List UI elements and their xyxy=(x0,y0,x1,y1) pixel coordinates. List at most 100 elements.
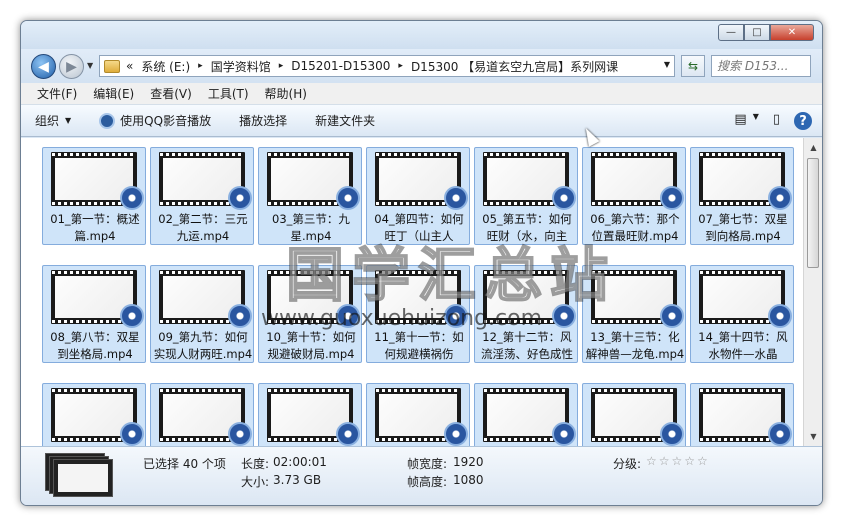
file-item[interactable] xyxy=(366,383,470,446)
file-item[interactable]: 07_第七节：双星到向格局.mp4 xyxy=(690,147,794,245)
breadcrumb-separator-icon[interactable]: ▸ xyxy=(398,61,403,71)
file-item[interactable]: 14_第十四节：风水物件—水晶球.mp4 xyxy=(690,265,794,363)
menu-help[interactable]: 帮助(H) xyxy=(265,85,307,102)
details-pane: 已选择 40 个项 长度: 02:00:01 大小: 3.73 GB 帧宽度: … xyxy=(21,446,822,505)
file-item[interactable] xyxy=(474,383,578,446)
breadcrumb-folder[interactable]: 国学资料馆 xyxy=(211,58,271,75)
history-dropdown-icon[interactable]: ▼ xyxy=(87,61,93,70)
qq-player-icon xyxy=(552,422,576,446)
file-item[interactable]: 04_第四节：如何旺丁（山主人丁）.mp4 xyxy=(366,147,470,245)
selection-thumbnail xyxy=(45,453,115,499)
qq-player-icon xyxy=(228,304,252,328)
scroll-thumb[interactable] xyxy=(807,158,819,268)
file-name: 08_第八节：双星到坐格局.mp4 xyxy=(50,330,140,361)
scroll-up-icon[interactable]: ▲ xyxy=(806,140,821,155)
file-name: 14_第十四节：风水物件—水晶球.mp4 xyxy=(698,330,788,361)
menu-view[interactable]: 查看(V) xyxy=(150,85,192,102)
close-button[interactable]: ✕ xyxy=(770,24,814,41)
qq-player-icon xyxy=(768,422,792,446)
file-item[interactable]: 03_第三节：九星.mp4 xyxy=(258,147,362,245)
new-folder-button[interactable]: 新建文件夹 xyxy=(315,112,375,129)
menu-tools[interactable]: 工具(T) xyxy=(208,85,249,102)
search-input[interactable]: 搜索 D153... xyxy=(711,55,811,77)
file-name: 10_第十节：如何规避破财局.mp4 xyxy=(266,330,356,361)
file-item[interactable]: 12_第十二节：风流淫荡、好色成性如何破局.mp4 xyxy=(474,265,578,363)
qq-player-icon xyxy=(444,186,468,210)
folder-icon xyxy=(104,59,120,73)
arrow-left-icon: ◀ xyxy=(38,58,49,75)
qq-player-icon xyxy=(120,422,144,446)
file-item[interactable]: 11_第十一节：如何规避横祸伤人.mp4 xyxy=(366,265,470,363)
qq-player-icon xyxy=(228,422,252,446)
file-item[interactable]: 01_第一节：概述篇.mp4 xyxy=(42,147,146,245)
length-label: 长度: xyxy=(241,457,270,471)
play-with-qq-button[interactable]: 使用QQ影音播放 xyxy=(99,112,211,129)
file-name: 09_第九节：如何实现人财两旺.mp4 xyxy=(153,330,253,361)
length-value: 02:00:01 xyxy=(273,455,327,469)
preview-pane-icon[interactable]: ▯ xyxy=(773,112,780,130)
qq-player-icon xyxy=(552,304,576,328)
help-icon[interactable]: ? xyxy=(794,112,812,130)
qq-player-icon xyxy=(444,304,468,328)
qq-player-icon xyxy=(660,304,684,328)
file-item[interactable] xyxy=(42,383,146,446)
file-item[interactable]: 06_第六节：那个位置最旺财.mp4 xyxy=(582,147,686,245)
vertical-scrollbar[interactable]: ▲ ▼ xyxy=(803,138,822,446)
file-item[interactable] xyxy=(582,383,686,446)
qq-player-icon xyxy=(336,186,360,210)
qq-player-icon xyxy=(660,422,684,446)
rating-stars[interactable]: ☆☆☆☆☆ xyxy=(646,454,710,468)
file-item[interactable]: 02_第二节：三元九运.mp4 xyxy=(150,147,254,245)
file-name: 04_第四节：如何旺丁（山主人丁）.mp4 xyxy=(374,212,464,243)
refresh-button[interactable]: ⇆ xyxy=(681,55,705,77)
file-name: 02_第二节：三元九运.mp4 xyxy=(158,212,248,243)
address-overflow[interactable]: « xyxy=(126,59,133,73)
file-item[interactable] xyxy=(258,383,362,446)
file-item[interactable]: 13_第十三节：化解神兽—龙龟.mp4 xyxy=(582,265,686,363)
frame-height-label: 帧高度: xyxy=(407,475,448,489)
breadcrumb-current[interactable]: D15300 【易道玄空九宫局】系列网课 xyxy=(411,58,618,75)
file-item[interactable]: 08_第八节：双星到坐格局.mp4 xyxy=(42,265,146,363)
qq-player-icon xyxy=(768,304,792,328)
view-options-icon[interactable]: ▤ xyxy=(734,112,746,130)
file-item[interactable] xyxy=(150,383,254,446)
maximize-button[interactable]: □ xyxy=(744,24,770,41)
breadcrumb-drive[interactable]: 系统 (E:) xyxy=(141,58,190,75)
frame-width-value: 1920 xyxy=(453,455,484,469)
view-dropdown-icon[interactable]: ▼ xyxy=(753,112,759,130)
frame-height-value: 1080 xyxy=(453,473,484,487)
breadcrumb-separator-icon[interactable]: ▸ xyxy=(198,61,203,71)
arrow-right-icon: ▶ xyxy=(66,58,77,75)
menu-bar: 文件(F) 编辑(E) 查看(V) 工具(T) 帮助(H) xyxy=(21,83,822,105)
organize-label: 组织 xyxy=(35,114,60,128)
minimize-button[interactable]: — xyxy=(718,24,744,41)
scroll-down-icon[interactable]: ▼ xyxy=(806,429,821,444)
file-item[interactable] xyxy=(690,383,794,446)
address-dropdown-icon[interactable]: ▼ xyxy=(664,60,670,69)
qq-player-icon xyxy=(552,186,576,210)
menu-file[interactable]: 文件(F) xyxy=(37,85,77,102)
file-name: 12_第十二节：风流淫荡、好色成性如何破局.mp4 xyxy=(481,330,573,361)
file-item[interactable]: 09_第九节：如何实现人财两旺.mp4 xyxy=(150,265,254,363)
file-name: 13_第十三节：化解神兽—龙龟.mp4 xyxy=(585,330,685,361)
file-grid: 01_第一节：概述篇.mp4 02_第二节：三元九运.mp4 03_第三节：九星.m… xyxy=(42,147,794,446)
selection-count: 已选择 40 个项 xyxy=(143,457,226,471)
refresh-icon: ⇆ xyxy=(687,59,699,73)
address-bar[interactable]: « 系统 (E:) ▸ 国学资料馆 ▸ D15201-D15300 ▸ D153… xyxy=(99,55,675,77)
menu-edit[interactable]: 编辑(E) xyxy=(93,85,134,102)
qq-player-icon xyxy=(336,422,360,446)
breadcrumb-separator-icon[interactable]: ▸ xyxy=(279,61,284,71)
back-button[interactable]: ◀ xyxy=(31,54,56,79)
file-item[interactable]: 05_第五节：如何旺财（水，向主财）.mp4 xyxy=(474,147,578,245)
breadcrumb-folder[interactable]: D15201-D15300 xyxy=(291,59,390,73)
play-selection-button[interactable]: 播放选择 xyxy=(239,112,287,129)
rating-label: 分级: xyxy=(613,457,642,471)
size-label: 大小: xyxy=(241,475,270,489)
frame-width-label: 帧宽度: xyxy=(407,457,448,471)
file-name: 05_第五节：如何旺财（水，向主财）.mp4 xyxy=(482,212,572,243)
size-value: 3.73 GB xyxy=(273,473,322,487)
file-item[interactable]: 10_第十节：如何规避破财局.mp4 xyxy=(258,265,362,363)
forward-button[interactable]: ▶ xyxy=(59,54,84,79)
organize-button[interactable]: 组织 ▼ xyxy=(35,112,71,129)
chevron-down-icon: ▼ xyxy=(65,116,72,125)
